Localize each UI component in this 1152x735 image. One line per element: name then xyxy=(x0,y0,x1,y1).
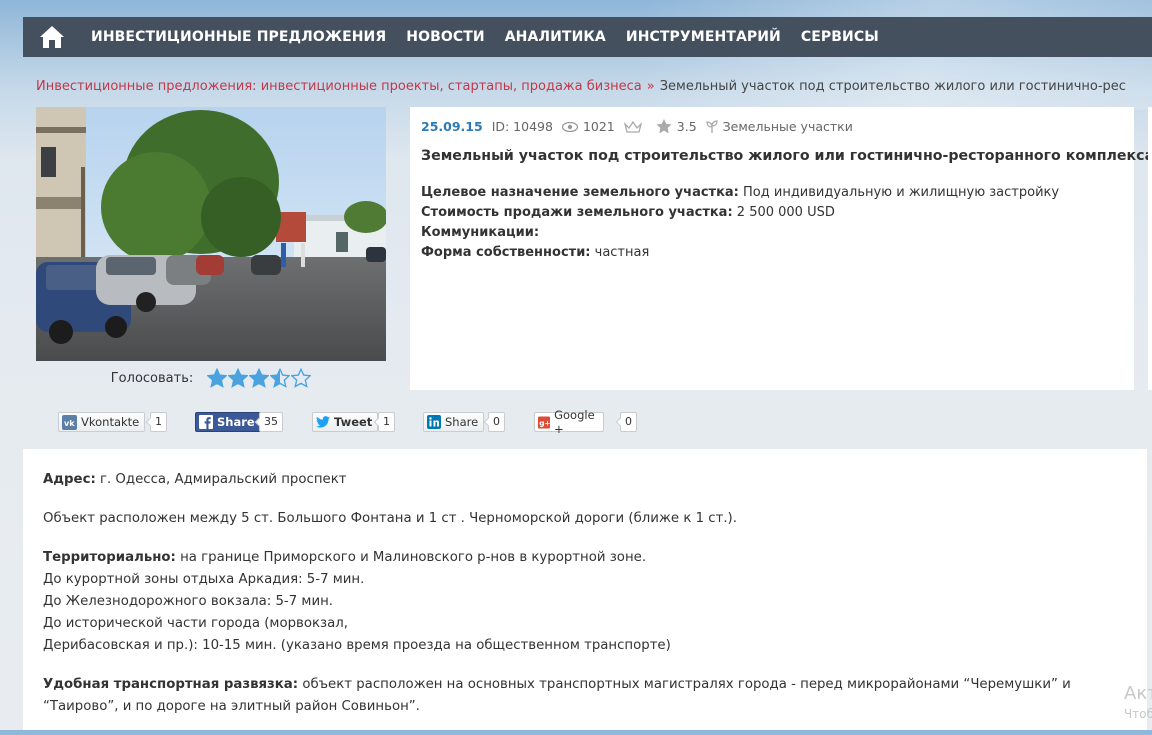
home-button[interactable] xyxy=(23,17,81,57)
linkedin-share-count: 0 xyxy=(488,412,505,432)
activation-watermark: Акт xyxy=(1124,683,1152,704)
location-paragraph: Объект расположен между 5 ст. Большого Ф… xyxy=(43,511,737,526)
adjacent-panel-edge xyxy=(1148,107,1152,390)
nav-tools[interactable]: ИНСТРУМЕНТАРИЙ xyxy=(616,17,791,57)
listing-photo[interactable] xyxy=(36,107,386,361)
views-value: 1021 xyxy=(582,119,615,134)
distance-line: До курортной зоны отдыха Аркадия: 5-7 ми… xyxy=(43,572,365,587)
prop-label: Коммуникации: xyxy=(421,225,540,240)
twitter-share-button[interactable]: Tweet xyxy=(312,412,379,432)
address-label: Адрес: xyxy=(43,472,96,487)
breadcrumb-current: Земельный участок под строительство жило… xyxy=(659,79,1126,94)
nav-analytics[interactable]: АНАЛИТИКА xyxy=(495,17,616,57)
twitter-share-count: 1 xyxy=(378,412,395,432)
prop-label: Форма собственности: xyxy=(421,245,591,260)
vote-star-2[interactable] xyxy=(228,368,249,388)
nav-news[interactable]: НОВОСТИ xyxy=(396,17,494,57)
listing-description: Адрес: г. Одесса, Адмиральский проспект … xyxy=(23,449,1147,730)
vote-star-4[interactable] xyxy=(270,368,291,388)
google-plus-share-count: 0 xyxy=(620,412,637,432)
distance-line: До исторической части города (морвокзал, xyxy=(43,616,348,631)
google-plus-share-button[interactable]: g+ Google + xyxy=(534,408,604,436)
vk-icon: vk xyxy=(62,414,77,430)
territory-paragraph: Территориально: на границе Приморского и… xyxy=(43,547,1123,657)
vote-star-3[interactable] xyxy=(249,368,270,388)
facebook-share-count: 35 xyxy=(259,412,283,432)
distance-line: Дерибасовская и пр.): 10-15 мин. (указан… xyxy=(43,638,671,653)
sprout-icon xyxy=(706,120,718,133)
vote-stars xyxy=(207,368,312,388)
prop-purpose: Целевое назначение земельного участка: П… xyxy=(421,183,1059,203)
listing-title: Земельный участок под строительство жило… xyxy=(421,148,1152,164)
nav-investment-offers[interactable]: ИНВЕСТИЦИОННЫЕ ПРЕДЛОЖЕНИЯ xyxy=(81,17,396,57)
star-icon xyxy=(656,119,672,134)
twitter-share-label: Tweet xyxy=(334,415,373,429)
vote-star-1[interactable] xyxy=(207,368,228,388)
breadcrumb-link[interactable]: Инвестиционные предложения: инвестиционн… xyxy=(36,79,642,94)
prop-ownership: Форма собственности: частная xyxy=(421,243,1059,263)
listing-properties: Целевое назначение земельного участка: П… xyxy=(421,183,1059,263)
activation-watermark-sub: Чтоб xyxy=(1124,707,1152,721)
category-badge[interactable]: Земельные участки xyxy=(706,119,853,134)
vote-label: Голосовать: xyxy=(110,370,194,386)
prop-label: Стоимость продажи земельного участка: xyxy=(421,205,733,220)
vk-share-count: 1 xyxy=(150,412,167,432)
svg-text:vk: vk xyxy=(64,419,75,428)
vote-star-5[interactable] xyxy=(291,368,312,388)
distance-line: До Железнодорожного вокзала: 5-7 мин. xyxy=(43,594,334,609)
listing-date: 25.09.15 xyxy=(421,119,483,134)
twitter-icon xyxy=(316,416,330,428)
crown-icon xyxy=(623,120,642,133)
address-value: г. Одесса, Адмиральский проспект xyxy=(95,472,347,487)
category-value: Земельные участки xyxy=(722,119,853,134)
prop-value: частная xyxy=(590,245,650,260)
prop-value: Под индивидуальную и жилищную застройку xyxy=(738,185,1060,200)
vk-share-label: Vkontakte xyxy=(81,415,140,429)
views-count: 1021 xyxy=(561,119,615,134)
google-plus-share-label: Google + xyxy=(554,408,595,436)
address-paragraph: Адрес: г. Одесса, Адмиральский проспект xyxy=(43,469,1123,491)
listing-id: ID: 10498 xyxy=(491,119,553,134)
territory-value: на границе Приморского и Малиновского р-… xyxy=(175,550,647,565)
rating-badge: 3.5 xyxy=(656,119,697,134)
facebook-icon xyxy=(199,415,213,429)
prop-utilities: Коммуникации: xyxy=(421,223,1059,243)
photo-image xyxy=(36,107,386,361)
svg-text:g+: g+ xyxy=(539,418,550,427)
facebook-share-button[interactable]: Share xyxy=(195,412,261,432)
linkedin-share-label: Share xyxy=(445,415,479,429)
main-navigation: ИНВЕСТИЦИОННЫЕ ПРЕДЛОЖЕНИЯ НОВОСТИ АНАЛИ… xyxy=(23,17,1152,57)
transport-paragraph: Удобная транспортная развязка: объект ра… xyxy=(43,674,1123,718)
territory-label: Территориально: xyxy=(43,550,176,565)
nav-services[interactable]: СЕРВИСЫ xyxy=(791,17,889,57)
breadcrumb: Инвестиционные предложения: инвестиционн… xyxy=(36,79,1126,94)
prop-value: 2 500 000 USD xyxy=(732,205,835,220)
crown-badge xyxy=(623,120,647,133)
breadcrumb-separator: » xyxy=(646,79,655,94)
google-plus-icon: g+ xyxy=(538,415,551,429)
vote-row: Голосовать: xyxy=(36,368,386,388)
linkedin-share-button[interactable]: Share xyxy=(423,412,485,432)
listing-meta: 25.09.15 ID: 10498 1021 3.5 Земельные уч… xyxy=(421,119,862,134)
vk-share-button[interactable]: vk Vkontakte xyxy=(58,412,146,432)
eye-icon xyxy=(561,121,578,132)
listing-info-panel: 25.09.15 ID: 10498 1021 3.5 Земельные уч… xyxy=(410,107,1152,390)
facebook-share-label: Share xyxy=(217,415,255,429)
prop-price: Стоимость продажи земельного участка: 2 … xyxy=(421,203,1059,223)
rating-value: 3.5 xyxy=(676,119,697,134)
linkedin-icon xyxy=(427,415,441,429)
transport-label: Удобная транспортная развязка: xyxy=(43,677,299,692)
home-icon xyxy=(40,26,64,48)
prop-label: Целевое назначение земельного участка: xyxy=(421,185,739,200)
